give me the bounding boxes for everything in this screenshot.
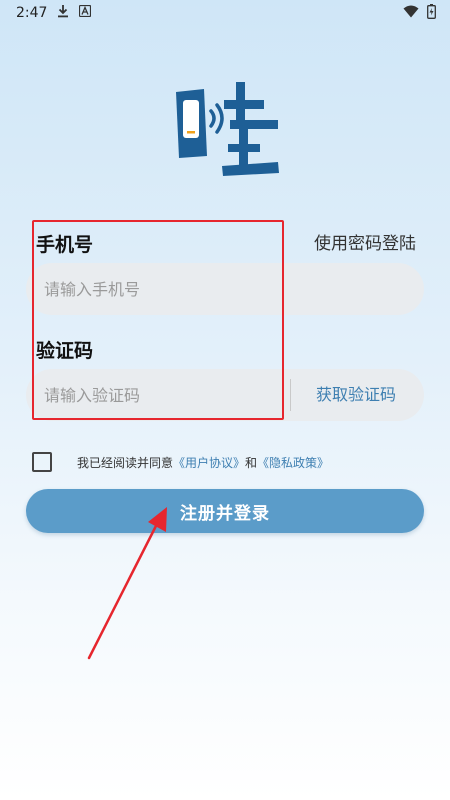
status-left: 2:47 xyxy=(16,4,92,22)
code-label: 验证码 xyxy=(36,340,94,362)
agreement-row: 我已经阅读并同意《用户协议》和《隐私政策》 xyxy=(32,452,329,472)
agreement-and: 和 xyxy=(245,455,258,470)
password-login-link[interactable]: 使用密码登陆 xyxy=(314,229,416,254)
agreement-text: 我已经阅读并同意《用户协议》和《隐私政策》 xyxy=(77,454,329,471)
status-right xyxy=(403,3,436,23)
phone-label: 手机号 xyxy=(36,234,94,256)
agreement-prefix: 我已经阅读并同意 xyxy=(77,455,174,470)
download-icon xyxy=(57,4,69,22)
user-agreement-link[interactable]: 《用户协议》 xyxy=(173,456,245,470)
status-bar: 2:47 xyxy=(0,0,450,26)
field-divider xyxy=(290,379,291,411)
a-badge-icon xyxy=(79,4,92,21)
agreement-checkbox[interactable] xyxy=(32,452,52,472)
privacy-policy-link[interactable]: 《隐私政策》 xyxy=(257,456,329,470)
phone-input[interactable] xyxy=(26,263,266,315)
code-field-container: 获取验证码 xyxy=(26,369,424,421)
phone-field-container xyxy=(26,263,424,315)
register-login-button[interactable]: 注册并登录 xyxy=(26,489,424,533)
app-logo xyxy=(170,78,282,178)
wifi-icon xyxy=(403,5,419,22)
status-time: 2:47 xyxy=(16,5,48,21)
get-code-button[interactable]: 获取验证码 xyxy=(316,369,396,421)
code-input[interactable] xyxy=(26,369,266,421)
battery-icon xyxy=(427,3,436,23)
